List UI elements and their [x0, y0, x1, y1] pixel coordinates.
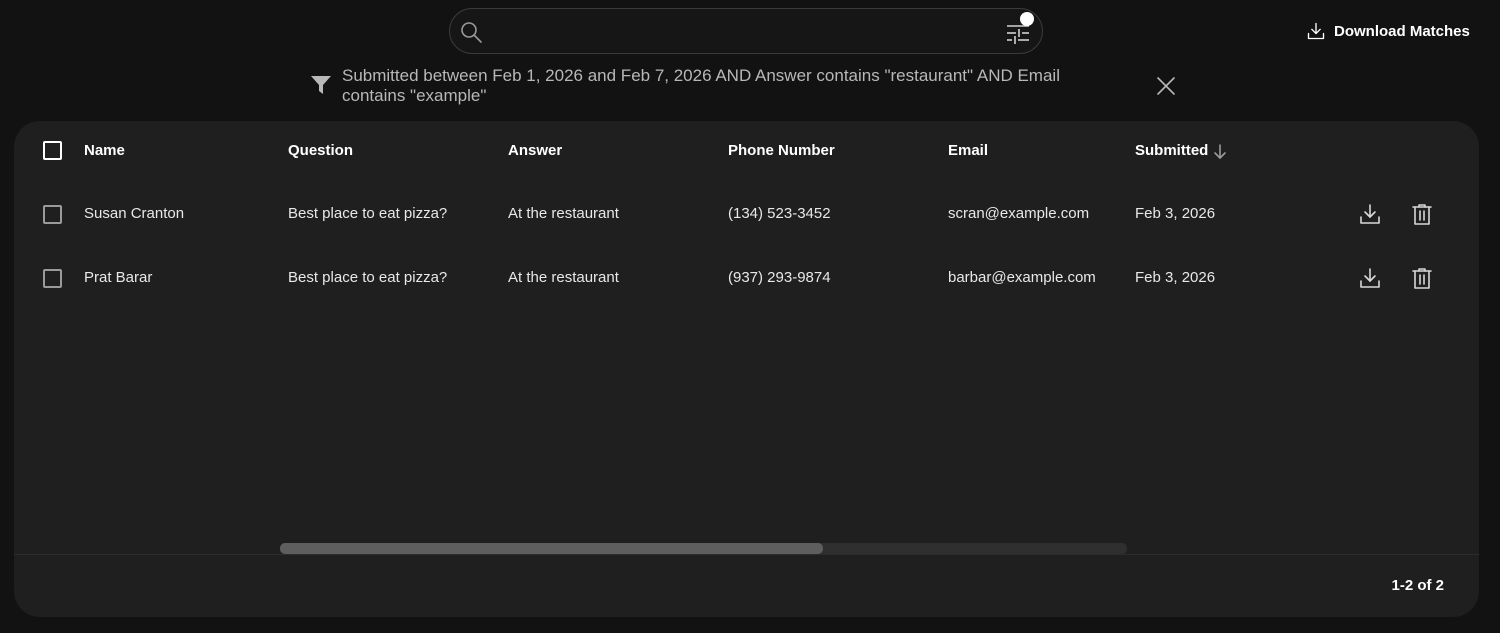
- row-checkbox[interactable]: [43, 269, 62, 288]
- cell-submitted: Feb 3, 2026: [1135, 269, 1216, 286]
- cell-answer: At the restaurant: [508, 269, 619, 286]
- cell-email: scran@example.com: [948, 205, 1090, 222]
- cell-email: barbar@example.com: [948, 269, 1096, 286]
- column-header-answer[interactable]: Answer: [508, 142, 562, 159]
- cell-phone: (937) 293-9874: [728, 269, 831, 286]
- table-row[interactable]: Susan Cranton Best place to eat pizza? A…: [14, 194, 1479, 234]
- column-header-question[interactable]: Question: [288, 142, 353, 159]
- cell-question: Best place to eat pizza?: [288, 205, 448, 222]
- column-header-phone[interactable]: Phone Number: [728, 142, 835, 159]
- download-matches-button[interactable]: Download Matches: [1306, 20, 1470, 42]
- filter-icon: [311, 76, 331, 94]
- column-header-email[interactable]: Email: [948, 142, 988, 159]
- cell-name: Susan Cranton: [84, 205, 185, 222]
- cell-answer: At the restaurant: [508, 205, 619, 222]
- column-header-submitted[interactable]: Submitted: [1135, 142, 1208, 159]
- submissions-table: Name Question Answer Phone Number Email …: [14, 121, 1479, 617]
- row-checkbox[interactable]: [43, 205, 62, 224]
- sort-descending-icon[interactable]: [1211, 143, 1229, 161]
- download-matches-label: Download Matches: [1334, 22, 1470, 40]
- active-filter-row: Submitted between Feb 1, 2026 and Feb 7,…: [310, 66, 1190, 110]
- horizontal-scrollbar-thumb[interactable]: [280, 543, 823, 554]
- active-filter-text: Submitted between Feb 1, 2026 and Feb 7,…: [342, 66, 1060, 105]
- cell-phone: (134) 523-3452: [728, 205, 831, 222]
- trash-icon[interactable]: [1410, 202, 1434, 226]
- cell-name: Prat Barar: [84, 269, 153, 286]
- close-icon[interactable]: [1155, 75, 1177, 97]
- search-input[interactable]: [494, 17, 994, 45]
- footer-divider: [14, 554, 1479, 555]
- download-icon: [1307, 22, 1325, 40]
- pagination-label: 1-2 of 2: [1391, 577, 1444, 594]
- top-bar: Download Matches: [0, 0, 1500, 60]
- trash-icon[interactable]: [1410, 266, 1434, 290]
- download-icon[interactable]: [1358, 202, 1382, 226]
- cell-question: Best place to eat pizza?: [288, 269, 448, 286]
- download-icon[interactable]: [1358, 266, 1382, 290]
- select-all-checkbox[interactable]: [43, 141, 62, 160]
- cell-submitted: Feb 3, 2026: [1135, 205, 1216, 222]
- column-header-name[interactable]: Name: [84, 142, 125, 159]
- table-row[interactable]: Prat Barar Best place to eat pizza? At t…: [14, 258, 1479, 298]
- search-bar[interactable]: [449, 8, 1043, 54]
- active-filter-indicator: [1020, 12, 1034, 26]
- search-icon: [461, 22, 482, 43]
